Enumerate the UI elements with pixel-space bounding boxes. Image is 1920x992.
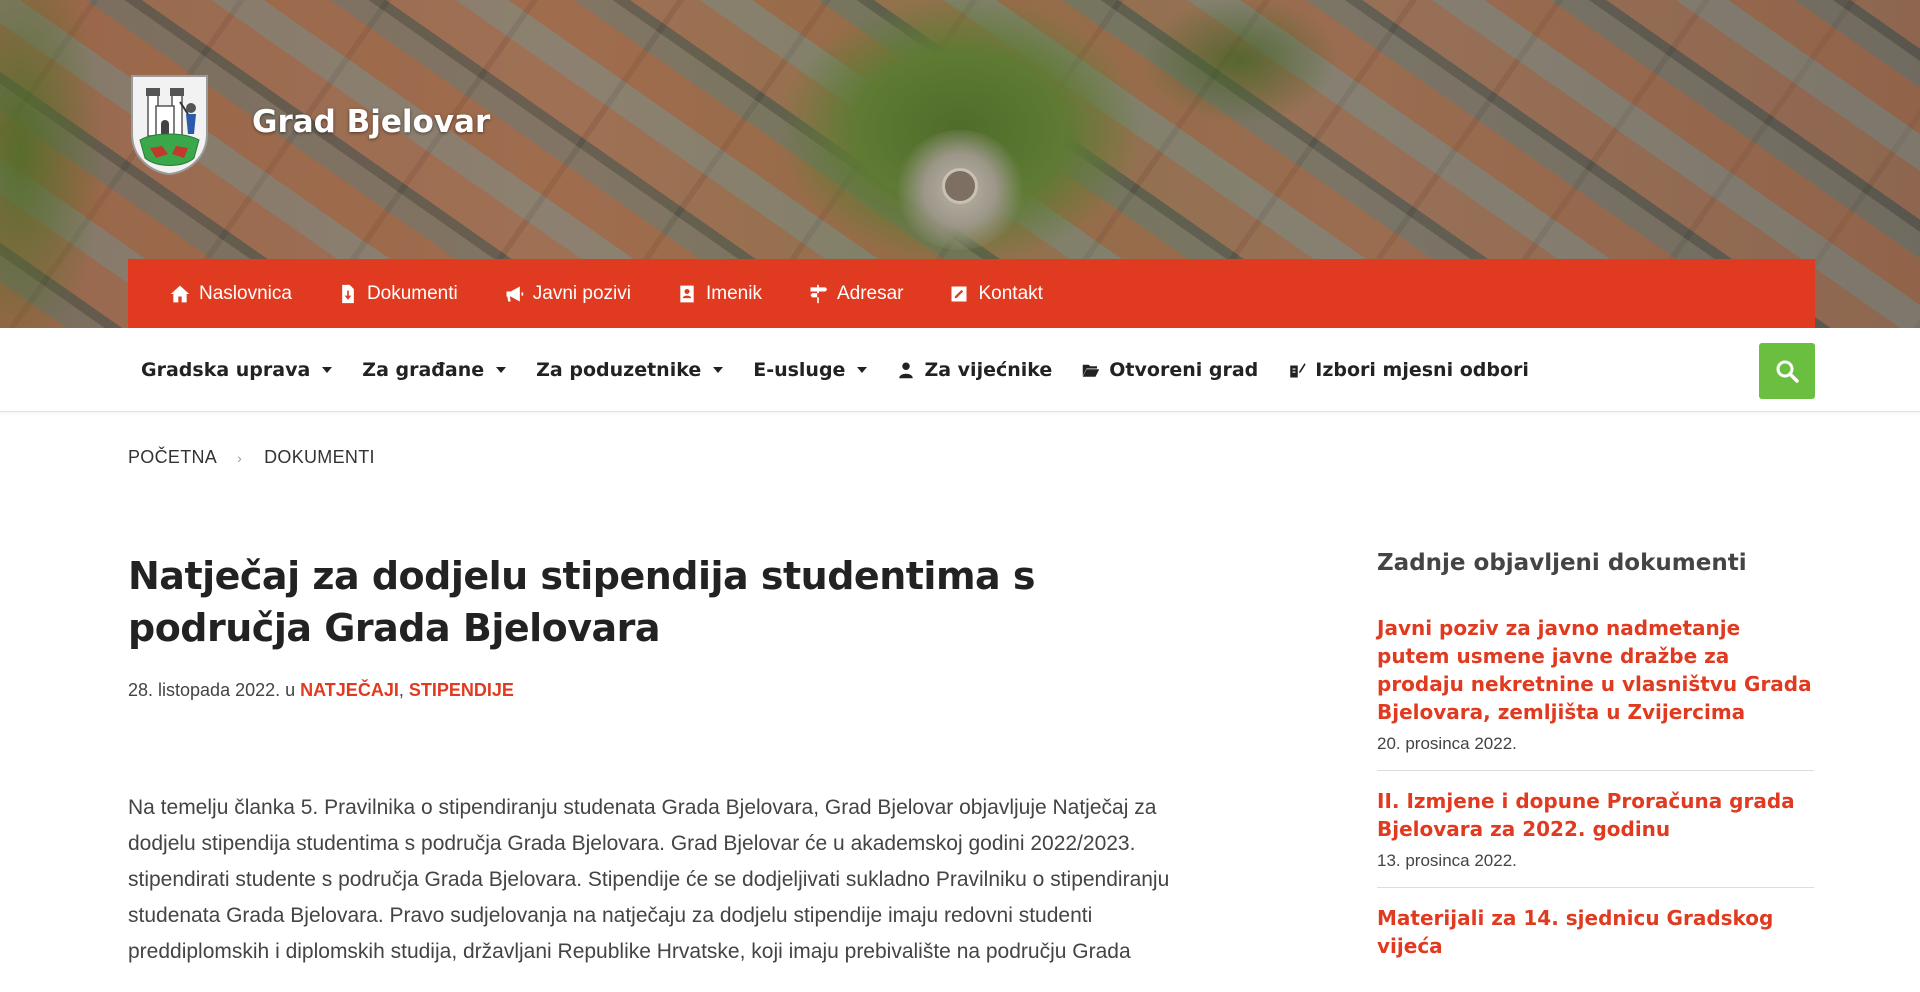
document-date: 20. prosinca 2022. <box>1377 734 1517 753</box>
document-link[interactable]: Materijali za 14. sjednicu Gradskog vije… <box>1377 904 1814 960</box>
article-body: Na temelju članka 5. Pravilnika o stipen… <box>128 796 1170 963</box>
site-title[interactable]: Grad Bjelovar <box>252 104 490 140</box>
topnav-label: Javni pozivi <box>532 282 631 304</box>
document-link[interactable]: Javni poziv za javno nadmetanje putem us… <box>1377 614 1814 726</box>
signpost-icon <box>807 284 829 304</box>
list-item: Javni poziv za javno nadmetanje putem us… <box>1377 614 1814 771</box>
topnav-item-naslovnica[interactable]: Naslovnica <box>169 283 292 305</box>
menu-gradska-uprava[interactable]: Gradska uprava <box>141 359 333 381</box>
menu-label: E-usluge <box>753 359 846 381</box>
aerial-photo-fountain <box>942 168 978 204</box>
topnav-item-imenik[interactable]: Imenik <box>676 283 762 305</box>
menu-izbori-mjesni-odbori[interactable]: Izbori mjesni odbori <box>1288 359 1529 381</box>
caret-down-icon <box>496 367 507 373</box>
top-navigation: Naslovnica Dokumenti Javni pozivi Imenik… <box>128 259 1815 328</box>
sidebar-latest-documents: Zadnje objavljeni dokumenti Javni poziv … <box>1377 550 1814 992</box>
menu-otvoreni-grad[interactable]: Otvoreni grad <box>1082 359 1258 381</box>
document-link[interactable]: II. Izmjene i dopune Proračuna grada Bje… <box>1377 787 1814 843</box>
article-meta-in: u <box>280 680 301 700</box>
sidebar-heading: Zadnje objavljeni dokumenti <box>1377 550 1747 576</box>
topnav-label: Dokumenti <box>366 282 458 304</box>
menu-label: Otvoreni grad <box>1109 359 1259 381</box>
menu-label: Za vijećnike <box>924 359 1053 381</box>
menu-label: Za građane <box>362 359 485 381</box>
topnav-label: Adresar <box>836 282 904 304</box>
breadcrumb: POČETNA › DOKUMENTI <box>128 447 375 468</box>
breadcrumb-home-link[interactable]: POČETNA <box>128 447 217 468</box>
hero-banner: Grad Bjelovar Naslovnica Dokumenti Javni… <box>0 0 1920 328</box>
category-link-stipendije[interactable]: STIPENDIJE <box>409 680 514 700</box>
document-download-icon <box>337 284 359 304</box>
list-item: Materijali za 14. sjednicu Gradskog vije… <box>1377 904 1814 976</box>
category-separator: , <box>398 680 409 700</box>
topnav-item-javni-pozivi[interactable]: Javni pozivi <box>503 283 631 305</box>
topnav-item-kontakt[interactable]: Kontakt <box>948 282 1043 305</box>
article-date: 28. listopada 2022. <box>128 680 281 700</box>
address-book-icon <box>676 284 698 304</box>
breadcrumb-separator-icon: › <box>237 449 243 466</box>
topnav-item-adresar[interactable]: Adresar <box>807 282 904 305</box>
menu-e-usluge[interactable]: E-usluge <box>753 359 868 381</box>
caret-down-icon <box>713 367 724 373</box>
list-item: II. Izmjene i dopune Proračuna grada Bje… <box>1377 787 1814 888</box>
menu-label: Izbori mjesni odbori <box>1315 359 1529 381</box>
caret-down-icon <box>857 367 868 373</box>
menu-za-poduzetnike[interactable]: Za poduzetnike <box>536 359 724 381</box>
menu-label: Gradska uprava <box>141 359 311 381</box>
caret-down-icon <box>322 367 333 373</box>
menu-label: Za poduzetnike <box>536 359 702 381</box>
search-icon <box>1776 360 1799 383</box>
topnav-label: Naslovnica <box>199 282 292 304</box>
topnav-label: Imenik <box>705 282 762 304</box>
city-coat-of-arms-logo[interactable] <box>128 72 211 176</box>
folder-open-icon <box>1082 361 1100 379</box>
category-link-natjecaji[interactable]: NATJEČAJI <box>300 680 399 700</box>
menu-za-vijecnike[interactable]: Za vijećnike <box>897 359 1052 381</box>
menu-za-gradane[interactable]: Za građane <box>362 359 507 381</box>
document-date: 13. prosinca 2022. <box>1377 851 1517 870</box>
breadcrumb-current: DOKUMENTI <box>264 447 375 467</box>
article-title: Natječaj za dodjelu stipendija studentim… <box>128 554 1036 650</box>
topnav-label: Kontakt <box>978 282 1043 304</box>
search-button[interactable] <box>1759 343 1815 399</box>
edit-square-icon <box>948 284 970 304</box>
topnav-item-dokumenti[interactable]: Dokumenti <box>337 283 458 305</box>
user-icon <box>897 361 915 379</box>
main-navigation: Gradska uprava Za građane Za poduzetnike… <box>0 328 1920 412</box>
home-icon <box>169 284 191 304</box>
ballot-icon <box>1288 361 1306 379</box>
megaphone-icon <box>503 284 525 304</box>
article-meta: 28. listopada 2022. u NATJEČAJI, STIPEND… <box>128 680 514 701</box>
